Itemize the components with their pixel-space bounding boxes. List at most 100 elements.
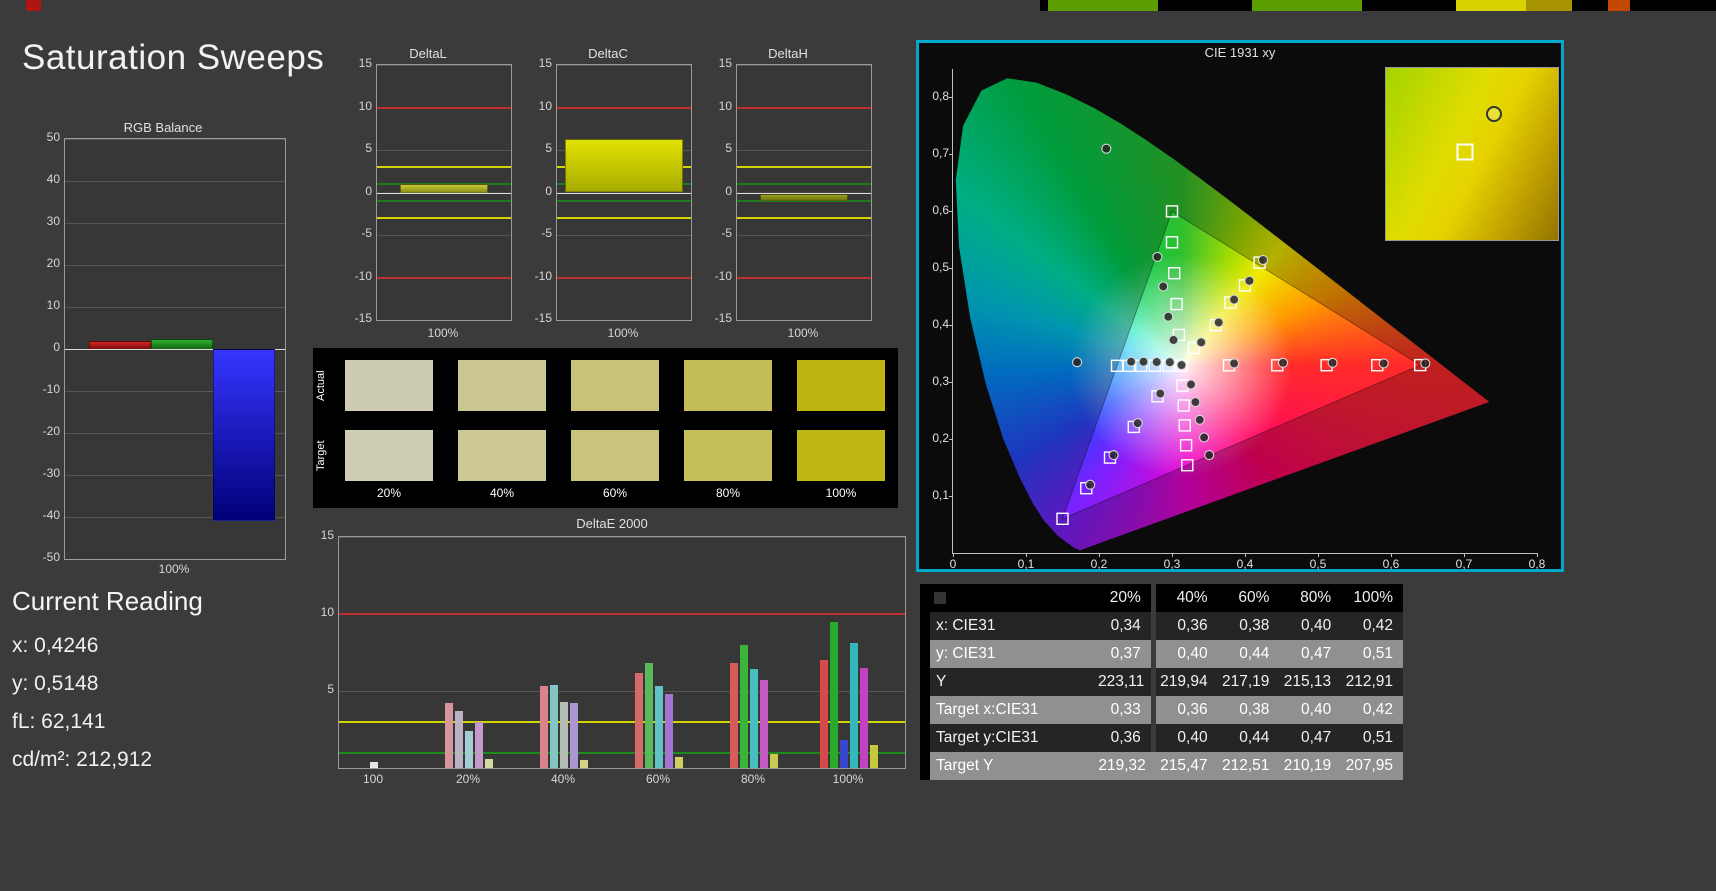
- cell-value: 212,91: [1345, 673, 1393, 690]
- cell-value: 212,51: [1221, 757, 1270, 774]
- reference-line: [377, 166, 511, 168]
- cie-1931-chart[interactable]: CIE 1931 xy 0 0,1 0,2 0,3 0,4 0,5 0,6 0,7 0,8 0,1…: [916, 40, 1564, 572]
- cell-value: 223,11: [1098, 673, 1145, 690]
- delta-bar: [759, 193, 849, 202]
- cie-measured-point: [1185, 379, 1197, 390]
- cell-value: 215,47: [1160, 757, 1208, 774]
- axis-tick-label: 0,1: [932, 488, 949, 503]
- reference-line: [377, 200, 511, 202]
- rgb-balance-chart[interactable]: RGB Balance 100% 50 40 30 20 10 0 -10 -20 -30 -40…: [28, 118, 298, 596]
- reference-line: [377, 217, 511, 219]
- y-axis-line: [952, 69, 953, 554]
- cie-measured-point: [1085, 479, 1096, 490]
- column-header: 40%: [1155, 584, 1218, 612]
- top-strip-segment[interactable]: [1048, 0, 1158, 11]
- axis-tick-label: -50: [42, 550, 60, 564]
- axis-tick-label: 0,7: [1455, 557, 1473, 571]
- deltah-chart[interactable]: DeltaH 100% 15 10 5 0 -5 -10 -15: [702, 44, 874, 346]
- top-strip-segment[interactable]: [26, 0, 41, 11]
- axis-tick-label: 0,3: [932, 374, 949, 389]
- axis-tick-label: -5: [541, 226, 552, 240]
- axis-tick-label: -20: [42, 424, 60, 438]
- cie-measured-point: [1378, 358, 1389, 369]
- table-row: Target y:CIE31 0,36 0,40 0,44 0,47 0,51: [925, 724, 1403, 752]
- de-bar: [675, 757, 683, 768]
- cell-value: 0,51: [1362, 729, 1393, 746]
- deltac-plot: [556, 64, 692, 321]
- de-bar: [740, 644, 748, 768]
- table-row: y: CIE31 0,37 0,40 0,44 0,47 0,51: [925, 640, 1403, 668]
- cell-value: 217,19: [1221, 673, 1270, 690]
- axis-tick-label: 0,6: [1382, 557, 1400, 571]
- axis-tick-label: -30: [42, 466, 60, 480]
- reference-line: [377, 276, 511, 279]
- axis-tick-label: 10: [358, 98, 372, 113]
- axis-tick-label: 0: [725, 183, 732, 198]
- axis-tick-label: 10: [46, 298, 60, 312]
- axis-tick: [949, 325, 953, 327]
- cie-measured-point: [1101, 143, 1112, 154]
- de-bar: [655, 686, 663, 768]
- de-bar: [645, 663, 653, 768]
- axis-tick: [949, 496, 953, 498]
- de-bar: [830, 621, 838, 768]
- axis-tick-label: 0: [545, 183, 552, 198]
- axis-tick-label: 0: [53, 340, 60, 354]
- axis-tick-label: 0,2: [1090, 557, 1108, 571]
- axis-tick-label: -10: [42, 382, 60, 396]
- target-row-label: Target: [315, 440, 327, 471]
- deltal-chart[interactable]: DeltaL 100% 15 10 5 0 -5 -10 -15: [342, 44, 514, 346]
- axis-tick-label: 5: [545, 141, 552, 155]
- rgb-balance-plot: [64, 138, 286, 560]
- top-strip-segment[interactable]: [1526, 0, 1572, 11]
- de-bar: [550, 684, 558, 768]
- inset-target-square: [1456, 143, 1474, 161]
- table-row: x: CIE31 0,34 0,36 0,38 0,40 0,42: [925, 612, 1403, 640]
- de-bar: [820, 660, 828, 768]
- cie-target-square: [1179, 439, 1193, 452]
- cell-value: 0,37: [1110, 645, 1141, 662]
- de-bar: [850, 643, 858, 768]
- de-bar: [635, 672, 643, 768]
- group-label: 100: [362, 772, 384, 786]
- top-strip-segment[interactable]: [1456, 0, 1526, 11]
- cell-value: 0,42: [1362, 701, 1393, 718]
- cell-value: 0,44: [1239, 645, 1270, 662]
- reference-line: [737, 276, 871, 279]
- row-label: Target Y: [936, 757, 994, 774]
- cell-value: 0,47: [1301, 645, 1332, 662]
- measurement-table[interactable]: 20% 40% 60% 80% 100% x: CIE31 0,34 0,36 0,38 0,40…: [920, 584, 1408, 780]
- deltae2000-chart[interactable]: DeltaE 2000 15 10 5 100 20% 40% 60% 80% 100%: [312, 514, 912, 794]
- red-bar: [89, 340, 151, 349]
- cie-measured-point: [1199, 432, 1210, 443]
- page-title: Saturation Sweeps: [22, 38, 325, 77]
- axis-tick-label: 15: [358, 56, 372, 70]
- cie-measured-point: [1204, 450, 1215, 461]
- de-bar: [485, 758, 493, 768]
- axis-tick: [949, 439, 953, 441]
- column-header: 20%: [1094, 584, 1156, 612]
- cie-measured-point: [1151, 356, 1162, 368]
- deltac-chart[interactable]: DeltaC 100% 15 10 5 0 -5 -10 -15: [522, 44, 694, 346]
- axis-tick: [1026, 553, 1027, 557]
- cell-value: 0,44: [1239, 729, 1270, 746]
- cie-measured-point: [1229, 294, 1240, 305]
- swatch-comparison-panel[interactable]: Actual Target 20% 40% 60% 80% 100%: [313, 348, 898, 508]
- axis-tick: [953, 553, 954, 557]
- table-row: Target x:CIE31 0,33 0,36 0,38 0,40 0,42: [925, 696, 1403, 724]
- cell-value: 207,95: [1345, 757, 1393, 774]
- cell-value: 0,40: [1301, 701, 1332, 718]
- cie-measured-point: [1158, 281, 1169, 292]
- top-strip-segment[interactable]: [1252, 0, 1362, 11]
- axis-tick-label: -40: [42, 508, 60, 522]
- top-strip-segment[interactable]: [1608, 0, 1630, 11]
- axis-tick-label: 0,6: [932, 203, 949, 218]
- axis-tick-label: -10: [534, 268, 552, 283]
- axis-tick: [949, 211, 953, 213]
- srgb-triangle-outline: [1061, 210, 1422, 520]
- de-bar: [870, 744, 878, 768]
- table-row: Target Y 219,32 215,47 212,51 210,19 207,95: [925, 752, 1403, 780]
- cie-measured-point: [1420, 358, 1431, 369]
- axis-tick: [1464, 553, 1465, 557]
- axis-tick-label: -5: [721, 226, 732, 240]
